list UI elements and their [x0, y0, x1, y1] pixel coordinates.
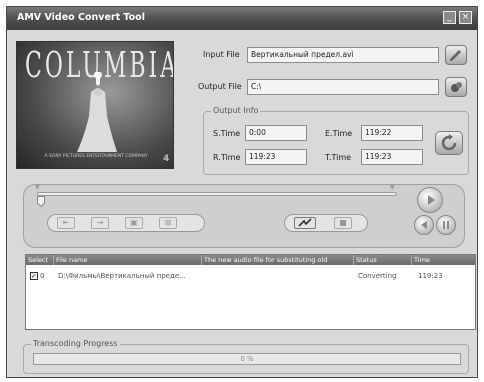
column-header-status[interactable]: Status — [354, 255, 412, 265]
ttime-field[interactable]: 119:23 — [361, 149, 423, 165]
output-info-group — [203, 111, 469, 175]
pause-button[interactable] — [436, 215, 456, 235]
etime-field[interactable]: 119:22 — [361, 125, 423, 141]
row-status: Converting — [358, 272, 397, 280]
refresh-icon — [441, 134, 457, 151]
close-button[interactable]: × — [459, 11, 472, 24]
stime-field[interactable]: 0:00 — [245, 125, 307, 141]
rtime-label: R.Time — [213, 153, 241, 162]
torch-lady-figure — [77, 72, 117, 152]
output-file-field[interactable]: C:\ — [247, 79, 439, 95]
rewind-icon — [421, 221, 427, 229]
slider-thumb-icon — [37, 196, 45, 208]
preview-channel-mark: 4 — [163, 154, 170, 164]
preview-caption: A SONY PICTURES ENTERTAINMENT COMPANY — [44, 154, 148, 159]
output-info-legend: Output Info — [211, 106, 261, 115]
play-button[interactable] — [417, 187, 443, 213]
stop-icon — [340, 220, 346, 226]
table-row[interactable]: ✓ 0 D:\Фильмы\Вертикальный преде... Conv… — [26, 269, 475, 281]
video-preview: COLUMBIA A SONY PICTURES ENTERTAINMENT C… — [16, 41, 174, 169]
input-file-field[interactable]: Вертикальный предел.avi — [247, 47, 439, 63]
input-file-label: Input File — [203, 50, 240, 59]
seek-slider-thumb[interactable] — [37, 196, 45, 208]
minimize-button[interactable]: _ — [443, 11, 456, 24]
edit-icon — [298, 218, 312, 227]
folder-open-icon — [451, 82, 462, 92]
edit-button[interactable] — [294, 217, 316, 229]
pause-icon — [443, 221, 449, 229]
row-time: 119:23 — [418, 272, 443, 280]
mark-out-button[interactable]: ⇥ — [91, 217, 109, 229]
row-index: 0 — [40, 272, 45, 280]
progress-bar: 0 % — [33, 353, 461, 365]
seek-end-tick: ▼ — [390, 184, 395, 191]
browse-output-button[interactable] — [445, 77, 467, 97]
etime-label: E.Time — [325, 129, 353, 138]
select-segment-button[interactable]: ▣ — [125, 217, 143, 229]
browse-input-button[interactable] — [445, 45, 467, 65]
refresh-button[interactable] — [435, 131, 463, 155]
seek-start-tick: ▼ — [35, 184, 40, 191]
file-list-header: Select File name The new audio file for … — [26, 255, 475, 265]
row-file-name: D:\Фильмы\Вертикальный преде... — [58, 272, 186, 280]
play-icon — [428, 195, 435, 205]
progress-percent-text: 0 % — [240, 355, 254, 363]
title-bar[interactable]: AMV Video Convert Tool _ × — [7, 7, 477, 30]
row-select-checkbox[interactable]: ✓ — [30, 272, 38, 280]
stop-button[interactable] — [334, 217, 352, 229]
column-header-time[interactable]: Time — [412, 255, 475, 265]
seek-bar-track[interactable] — [37, 192, 397, 196]
ttime-label: T.Time — [325, 153, 352, 162]
rtime-field[interactable]: 119:23 — [245, 149, 307, 165]
delete-segment-button[interactable]: ⊠ — [159, 217, 177, 229]
close-icon: × — [461, 12, 470, 22]
mark-in-button[interactable]: ⇤ — [57, 217, 75, 229]
column-header-file-name[interactable]: File name — [54, 255, 202, 265]
minimize-icon: _ — [447, 12, 452, 22]
window-title: AMV Video Convert Tool — [17, 12, 145, 23]
column-header-audio[interactable]: The new audio file for substituting old — [202, 255, 354, 265]
file-list[interactable]: Select File name The new audio file for … — [25, 254, 476, 330]
app-window: AMV Video Convert Tool _ × COLUMBIA A SO… — [6, 6, 478, 378]
transcoding-progress-legend: Transcoding Progress — [31, 339, 120, 348]
output-file-label: Output File — [198, 82, 242, 91]
column-header-select[interactable]: Select — [26, 255, 54, 265]
folder-open-icon — [450, 50, 461, 61]
rewind-button[interactable] — [414, 215, 434, 235]
stime-label: S.Time — [213, 129, 241, 138]
